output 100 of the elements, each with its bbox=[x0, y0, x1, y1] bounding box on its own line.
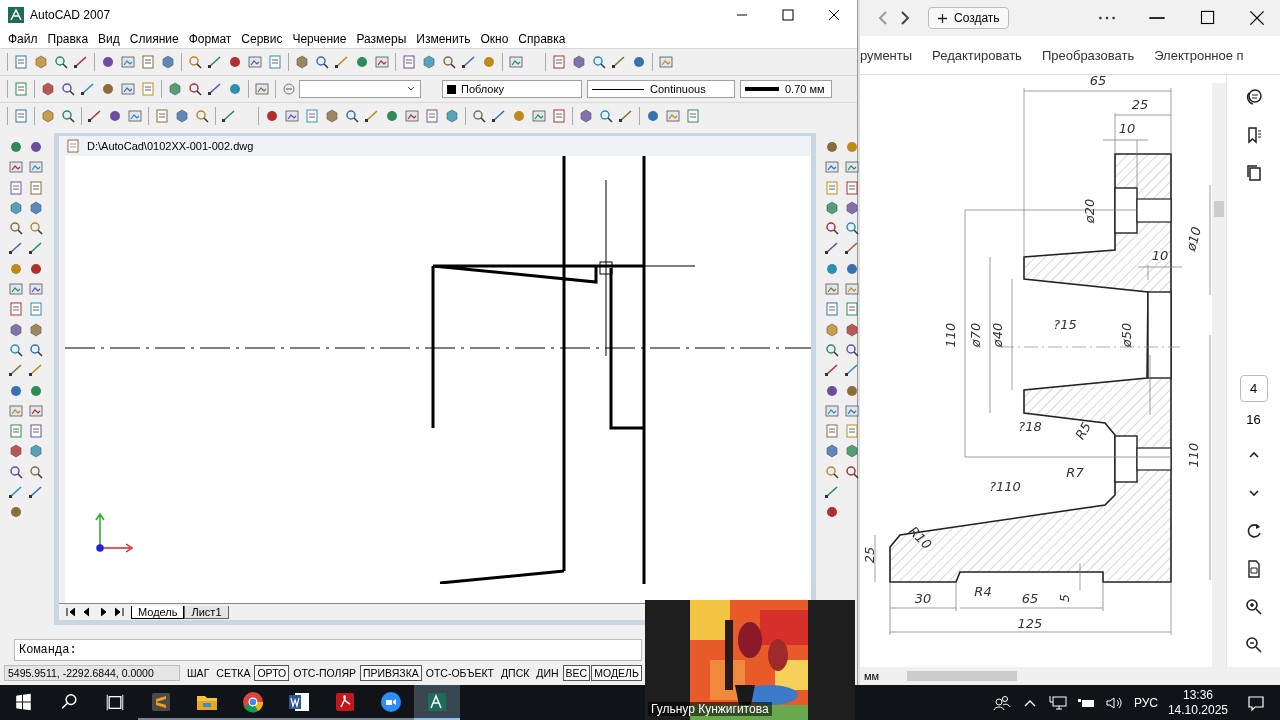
page-number-field[interactable]: 4 bbox=[1239, 375, 1268, 402]
tool-icon[interactable] bbox=[207, 81, 223, 97]
status-toggle[interactable]: ПРИВЯЗКА bbox=[360, 665, 422, 681]
menu-item[interactable]: Справка bbox=[514, 32, 572, 46]
menu-item[interactable]: Правка bbox=[43, 32, 95, 46]
menu-item[interactable]: Изменить bbox=[412, 32, 477, 46]
status-toggle[interactable]: ДИН bbox=[533, 665, 562, 681]
zoom-out-icon[interactable] bbox=[1243, 635, 1264, 655]
dimension-label: ø50 bbox=[1119, 322, 1134, 348]
status-toggle[interactable]: ОТС-ПОЛЯР bbox=[290, 665, 359, 681]
tool-icon[interactable] bbox=[247, 54, 263, 70]
status-toggle[interactable]: ДПСК bbox=[498, 665, 533, 681]
tool-icon[interactable] bbox=[404, 108, 420, 124]
dimension-label: R10 bbox=[905, 523, 935, 553]
dimension-label: R7 bbox=[1066, 465, 1084, 480]
menu-item[interactable]: Размеры bbox=[352, 32, 413, 46]
tool-icon[interactable] bbox=[100, 54, 116, 70]
layer-icon[interactable] bbox=[281, 81, 297, 97]
tool-icon[interactable] bbox=[844, 463, 860, 480]
tool-icon[interactable] bbox=[60, 81, 76, 97]
tool-icon[interactable] bbox=[28, 281, 44, 298]
tool-icon[interactable] bbox=[187, 81, 203, 97]
language-indicator[interactable]: РУС bbox=[1133, 695, 1158, 710]
tool-icon[interactable] bbox=[824, 220, 840, 237]
status-toggle[interactable]: МОДЕЛЬ bbox=[591, 665, 642, 681]
toolbar-menu-item[interactable]: Преобразовать bbox=[1031, 47, 1145, 63]
tool-icon[interactable] bbox=[824, 484, 840, 501]
dimension-label: R5 bbox=[1072, 419, 1094, 442]
units-label: мм bbox=[863, 670, 881, 682]
menu-item[interactable]: Сервис bbox=[237, 32, 289, 46]
dimension-label: 125 bbox=[1017, 616, 1043, 631]
menu-item[interactable]: Вид bbox=[94, 32, 126, 46]
tool-icon[interactable] bbox=[28, 362, 44, 379]
tool-icon[interactable] bbox=[611, 54, 627, 70]
tool-icon[interactable] bbox=[8, 240, 24, 257]
layout-tab[interactable]: Модель bbox=[131, 605, 185, 619]
tool-icon[interactable] bbox=[844, 240, 860, 257]
tool-icon[interactable] bbox=[824, 362, 840, 379]
layer-dropdown[interactable] bbox=[299, 80, 421, 98]
participant-name: Гульнур Кунжигитова bbox=[648, 702, 772, 716]
tool-icon[interactable] bbox=[8, 443, 24, 460]
linetype-dropdown[interactable]: Continuous bbox=[587, 80, 735, 98]
toolbar-menu-item[interactable]: рументы bbox=[860, 47, 923, 63]
lineweight-dropdown[interactable]: 0.70 мм bbox=[740, 80, 832, 98]
dimension-label: 10 bbox=[1151, 248, 1169, 263]
status-toggle[interactable]: ОТС-ОБЪЕКТ bbox=[422, 665, 497, 681]
tool-icon[interactable] bbox=[334, 54, 350, 70]
color-dropdown[interactable]: Поблоку bbox=[442, 80, 582, 98]
tool-icon[interactable] bbox=[618, 108, 634, 124]
menu-item[interactable]: Файл bbox=[4, 32, 44, 46]
tool-icon[interactable] bbox=[40, 81, 56, 97]
tool-icon[interactable] bbox=[28, 484, 44, 501]
tool-icon[interactable] bbox=[8, 463, 24, 480]
tool-icon[interactable] bbox=[264, 108, 280, 124]
toolbar-menu-item[interactable]: Редактировать bbox=[922, 47, 1032, 63]
tool-icon[interactable] bbox=[844, 341, 860, 358]
zoom-in-icon[interactable] bbox=[1243, 597, 1264, 617]
clock-date[interactable]: 14.10.2025 bbox=[1167, 702, 1228, 718]
layout-tab[interactable]: Лист1 bbox=[184, 605, 229, 619]
tool-icon[interactable] bbox=[374, 54, 390, 70]
dimension-label: 110 bbox=[1186, 442, 1201, 468]
tool-icon[interactable] bbox=[28, 402, 44, 419]
status-toggle[interactable]: ШАГ bbox=[184, 665, 213, 681]
tool-icon[interactable] bbox=[221, 108, 237, 124]
tool-icon[interactable] bbox=[73, 54, 89, 70]
dimension-label: 110 bbox=[943, 322, 958, 348]
menu-item[interactable]: Черчение bbox=[288, 32, 353, 46]
tool-icon[interactable] bbox=[207, 54, 223, 70]
dimension-label: ø10 bbox=[1183, 225, 1205, 253]
menu-item[interactable]: Слияние bbox=[125, 32, 185, 46]
tool-icon[interactable] bbox=[824, 240, 840, 257]
tool-icon[interactable] bbox=[28, 139, 44, 155]
tool-icon[interactable] bbox=[80, 81, 96, 97]
status-toggle[interactable]: СЕТКА bbox=[213, 665, 254, 681]
tool-icon[interactable] bbox=[491, 108, 507, 124]
status-toggle[interactable]: ОРТО bbox=[254, 665, 290, 681]
app-icon bbox=[8, 7, 24, 23]
tool-icon[interactable] bbox=[28, 240, 44, 257]
create-button[interactable]: Создать bbox=[928, 7, 1009, 29]
toolbar-menu-item[interactable]: Электронное п bbox=[1144, 47, 1254, 63]
window-title: AutoCAD 2007 bbox=[30, 8, 111, 22]
menu-item[interactable]: Формат bbox=[184, 32, 238, 46]
tool-icon[interactable] bbox=[8, 159, 24, 176]
tool-icon[interactable] bbox=[227, 54, 243, 70]
tool-icon[interactable] bbox=[87, 108, 103, 124]
menu-item[interactable]: Окно bbox=[476, 32, 515, 46]
tool-icon[interactable] bbox=[844, 362, 860, 379]
dimension-label: 65 bbox=[1021, 591, 1039, 606]
document-icon bbox=[65, 138, 81, 154]
taskbar-app[interactable] bbox=[414, 685, 460, 720]
tool-icon[interactable] bbox=[107, 108, 123, 124]
status-toggle[interactable]: ВЕС bbox=[562, 665, 591, 681]
tool-icon[interactable] bbox=[461, 54, 477, 70]
vertical-scrollbar[interactable] bbox=[1212, 83, 1226, 667]
clock-time[interactable]: 13:36 bbox=[1182, 687, 1213, 703]
tool-icon[interactable] bbox=[8, 484, 24, 501]
tool-icon[interactable] bbox=[284, 108, 300, 124]
tool-icon[interactable] bbox=[364, 108, 380, 124]
tool-icon[interactable] bbox=[8, 362, 24, 379]
ucs-icon bbox=[95, 512, 134, 553]
